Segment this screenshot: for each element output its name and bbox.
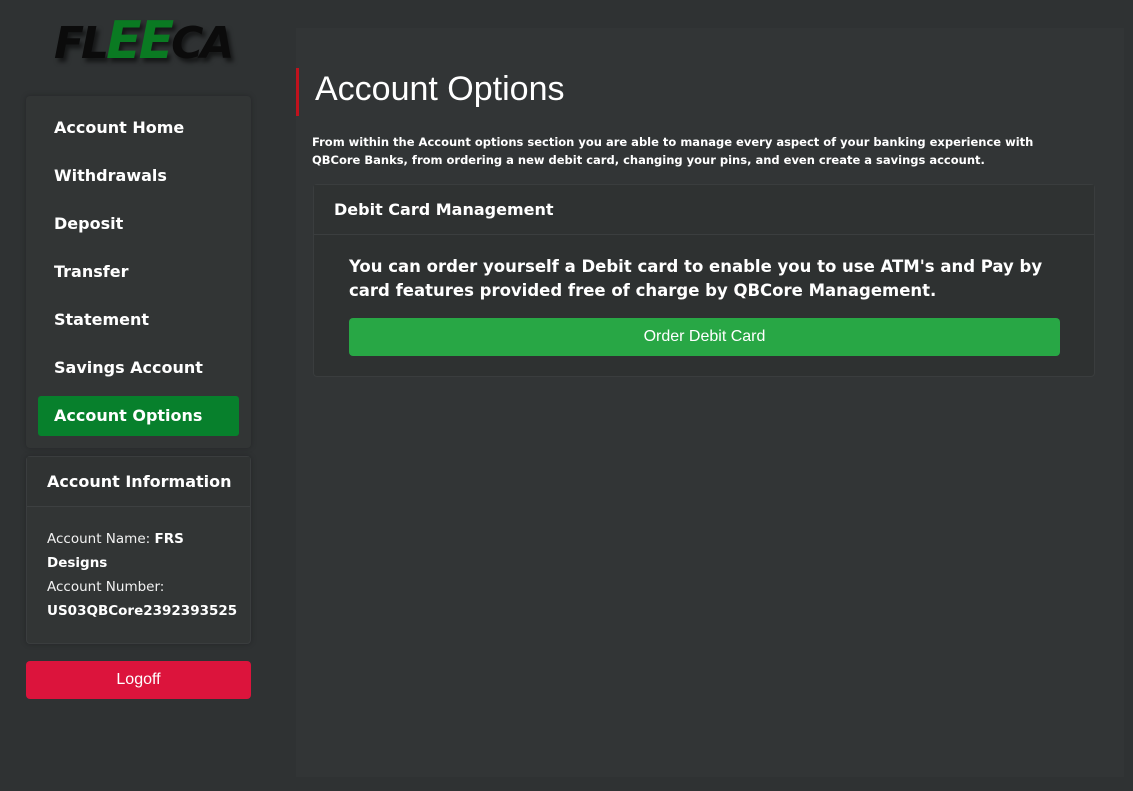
sidebar-item-savings-account[interactable]: Savings Account — [38, 348, 239, 388]
sidebar-item-deposit[interactable]: Deposit — [38, 204, 239, 244]
app: FLEECA Account Home Withdrawals Deposit … — [0, 0, 1133, 791]
account-number-label: Account Number: — [47, 579, 165, 595]
account-information-title: Account Information — [27, 457, 250, 507]
page-intro: From within the Account options section … — [312, 135, 1034, 167]
debit-card-management-card: Debit Card Management You can order your… — [313, 184, 1095, 377]
sidebar-item-statement[interactable]: Statement — [38, 300, 239, 340]
card-title: Debit Card Management — [314, 185, 1094, 235]
sidebar-item-withdrawals[interactable]: Withdrawals — [38, 156, 239, 196]
page-title: Account Options — [296, 68, 564, 116]
sidebar-item-transfer[interactable]: Transfer — [38, 252, 239, 292]
main-content: Account Options From within the Account … — [296, 28, 1124, 777]
sidebar-item-account-home[interactable]: Account Home — [38, 108, 239, 148]
fleeca-logo: FLEECA — [54, 11, 235, 71]
account-number-value: US03QBCore2392393525 — [47, 603, 238, 619]
sidebar-nav: Account Home Withdrawals Deposit Transfe… — [26, 96, 251, 448]
logoff-button[interactable]: Logoff — [26, 661, 251, 699]
card-description: You can order yourself a Debit card to e… — [349, 257, 1043, 300]
sidebar-item-account-options[interactable]: Account Options — [38, 396, 239, 436]
account-information-body: Account Name: FRS Designs Account Number… — [27, 507, 250, 623]
order-debit-card-button[interactable]: Order Debit Card — [349, 318, 1060, 356]
account-name-label: Account Name: — [47, 531, 151, 547]
account-information-panel: Account Information Account Name: FRS De… — [26, 456, 251, 644]
sidebar: FLEECA Account Home Withdrawals Deposit … — [0, 0, 280, 791]
